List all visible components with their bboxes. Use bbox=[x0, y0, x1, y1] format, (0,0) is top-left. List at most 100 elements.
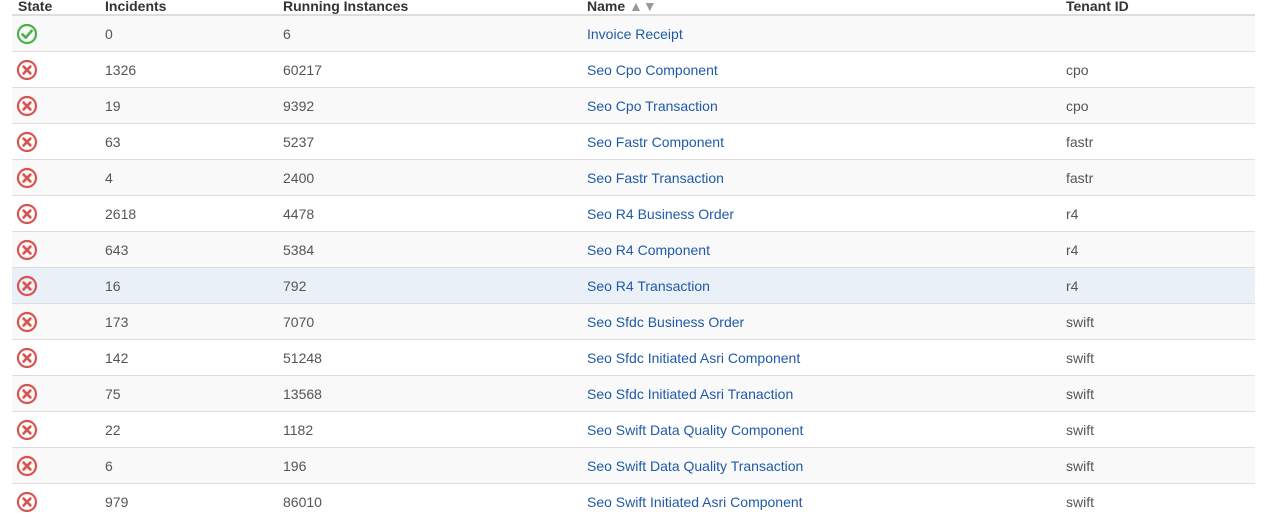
x-circle-icon bbox=[16, 239, 38, 261]
running-instances-cell: 1182 bbox=[277, 412, 581, 448]
incidents-cell: 6 bbox=[99, 448, 277, 484]
table-header: State Incidents Running Instances Name ▲… bbox=[12, 0, 1255, 15]
state-cell bbox=[12, 340, 99, 376]
x-circle-icon bbox=[16, 419, 38, 441]
process-definition-link[interactable]: Seo Fastr Component bbox=[587, 134, 724, 150]
running-instances-cell: 5237 bbox=[277, 124, 581, 160]
process-definition-link[interactable]: Seo R4 Business Order bbox=[587, 206, 734, 222]
x-circle-icon bbox=[16, 347, 38, 369]
tenant-id-cell: swift bbox=[1060, 448, 1255, 484]
tenant-id-cell: swift bbox=[1060, 484, 1255, 519]
process-definitions-table-container: State Incidents Running Instances Name ▲… bbox=[12, 0, 1255, 519]
process-definition-link[interactable]: Seo Fastr Transaction bbox=[587, 170, 724, 186]
tenant-id-cell bbox=[1060, 15, 1255, 52]
process-definition-link[interactable]: Seo Swift Data Quality Transaction bbox=[587, 458, 803, 474]
table-row[interactable]: 97986010Seo Swift Initiated Asri Compone… bbox=[12, 484, 1255, 519]
state-cell bbox=[12, 196, 99, 232]
process-definition-link[interactable]: Seo Sfdc Business Order bbox=[587, 314, 744, 330]
incidents-cell: 4 bbox=[99, 160, 277, 196]
header-state-label: State bbox=[18, 0, 52, 14]
x-circle-icon bbox=[16, 383, 38, 405]
running-instances-cell: 9392 bbox=[277, 88, 581, 124]
incidents-cell: 63 bbox=[99, 124, 277, 160]
tenant-id-cell: swift bbox=[1060, 376, 1255, 412]
table-row[interactable]: 199392Seo Cpo Transactioncpo bbox=[12, 88, 1255, 124]
state-cell bbox=[12, 268, 99, 304]
sort-indicator-icon: ▲▼ bbox=[629, 0, 657, 14]
incidents-cell: 979 bbox=[99, 484, 277, 519]
incidents-cell: 22 bbox=[99, 412, 277, 448]
process-definition-link[interactable]: Seo Cpo Component bbox=[587, 62, 718, 78]
check-circle-icon bbox=[16, 23, 38, 45]
name-cell: Seo Sfdc Initiated Asri Component bbox=[581, 340, 1060, 376]
name-cell: Seo Fastr Transaction bbox=[581, 160, 1060, 196]
table-row[interactable]: 26184478 Seo R4 Business Order r4 bbox=[12, 196, 1255, 232]
x-circle-icon bbox=[16, 95, 38, 117]
running-instances-cell: 4478 bbox=[277, 196, 581, 232]
running-instances-cell: 792 bbox=[277, 268, 581, 304]
x-circle-icon bbox=[16, 167, 38, 189]
x-circle-icon bbox=[16, 311, 38, 333]
process-definition-link[interactable]: Invoice Receipt bbox=[587, 26, 683, 42]
name-cell: Invoice Receipt bbox=[581, 15, 1060, 52]
name-cell: Seo Sfdc Business Order bbox=[581, 304, 1060, 340]
state-cell bbox=[12, 124, 99, 160]
header-state[interactable]: State bbox=[12, 0, 99, 15]
table-row[interactable]: 14251248Seo Sfdc Initiated Asri Componen… bbox=[12, 340, 1255, 376]
process-definition-link[interactable]: Seo Cpo Transaction bbox=[587, 98, 718, 114]
header-running-instances[interactable]: Running Instances bbox=[277, 0, 581, 15]
process-definition-link[interactable]: Seo Swift Data Quality Component bbox=[587, 422, 803, 438]
process-definitions-table: State Incidents Running Instances Name ▲… bbox=[12, 0, 1255, 519]
name-cell: Seo Sfdc Initiated Asri Tranaction bbox=[581, 376, 1060, 412]
table-row[interactable]: 132660217Seo Cpo Componentcpo bbox=[12, 52, 1255, 88]
name-cell: Seo R4 Business Order bbox=[581, 196, 1060, 232]
incidents-cell: 19 bbox=[99, 88, 277, 124]
state-cell bbox=[12, 304, 99, 340]
header-incidents[interactable]: Incidents bbox=[99, 0, 277, 15]
incidents-cell: 16 bbox=[99, 268, 277, 304]
table-row[interactable]: 6435384Seo R4 Componentr4 bbox=[12, 232, 1255, 268]
running-instances-cell: 196 bbox=[277, 448, 581, 484]
table-row[interactable]: 6196 Seo Swift Data Quality Transaction sw… bbox=[12, 448, 1255, 484]
name-cell: Seo Cpo Component bbox=[581, 52, 1060, 88]
table-row[interactable]: 635237 Seo Fastr Component fastr bbox=[12, 124, 1255, 160]
tenant-id-cell: r4 bbox=[1060, 268, 1255, 304]
incidents-cell: 142 bbox=[99, 340, 277, 376]
table-row[interactable]: 42400Seo Fastr Transactionfastr bbox=[12, 160, 1255, 196]
table-row[interactable]: 221182 Seo Swift Data Quality Component sw… bbox=[12, 412, 1255, 448]
x-circle-icon bbox=[16, 275, 38, 297]
table-row[interactable]: 1737070Seo Sfdc Business Orderswift bbox=[12, 304, 1255, 340]
table-body: 06Invoice Receipt132660217Seo Cpo Compon… bbox=[12, 15, 1255, 519]
header-name[interactable]: Name ▲▼ bbox=[581, 0, 1060, 15]
x-circle-icon bbox=[16, 491, 38, 513]
incidents-cell: 75 bbox=[99, 376, 277, 412]
incidents-cell: 643 bbox=[99, 232, 277, 268]
tenant-id-cell: r4 bbox=[1060, 196, 1255, 232]
state-cell bbox=[12, 412, 99, 448]
state-cell bbox=[12, 15, 99, 52]
tenant-id-cell: swift bbox=[1060, 304, 1255, 340]
name-cell: Seo Fastr Component bbox=[581, 124, 1060, 160]
process-definition-link[interactable]: Seo R4 Transaction bbox=[587, 278, 710, 294]
table-row[interactable]: 16792 Seo R4 Transaction r4 bbox=[12, 268, 1255, 304]
state-cell bbox=[12, 448, 99, 484]
state-cell bbox=[12, 88, 99, 124]
header-tenant-id[interactable]: Tenant ID bbox=[1060, 0, 1255, 15]
table-row[interactable]: 06Invoice Receipt bbox=[12, 15, 1255, 52]
x-circle-icon bbox=[16, 455, 38, 477]
running-instances-cell: 13568 bbox=[277, 376, 581, 412]
state-cell bbox=[12, 484, 99, 519]
running-instances-cell: 6 bbox=[277, 15, 581, 52]
process-definition-link[interactable]: Seo Sfdc Initiated Asri Component bbox=[587, 350, 800, 366]
running-instances-cell: 7070 bbox=[277, 304, 581, 340]
tenant-id-cell: swift bbox=[1060, 412, 1255, 448]
tenant-id-cell: cpo bbox=[1060, 52, 1255, 88]
table-row[interactable]: 7513568 Seo Sfdc Initiated Asri Tranactio… bbox=[12, 376, 1255, 412]
process-definition-link[interactable]: Seo Sfdc Initiated Asri Tranaction bbox=[587, 386, 793, 402]
incidents-cell: 2618 bbox=[99, 196, 277, 232]
running-instances-cell: 86010 bbox=[277, 484, 581, 519]
name-cell: Seo R4 Component bbox=[581, 232, 1060, 268]
x-circle-icon bbox=[16, 59, 38, 81]
tenant-id-cell: fastr bbox=[1060, 124, 1255, 160]
process-definition-link[interactable]: Seo R4 Component bbox=[587, 242, 710, 258]
